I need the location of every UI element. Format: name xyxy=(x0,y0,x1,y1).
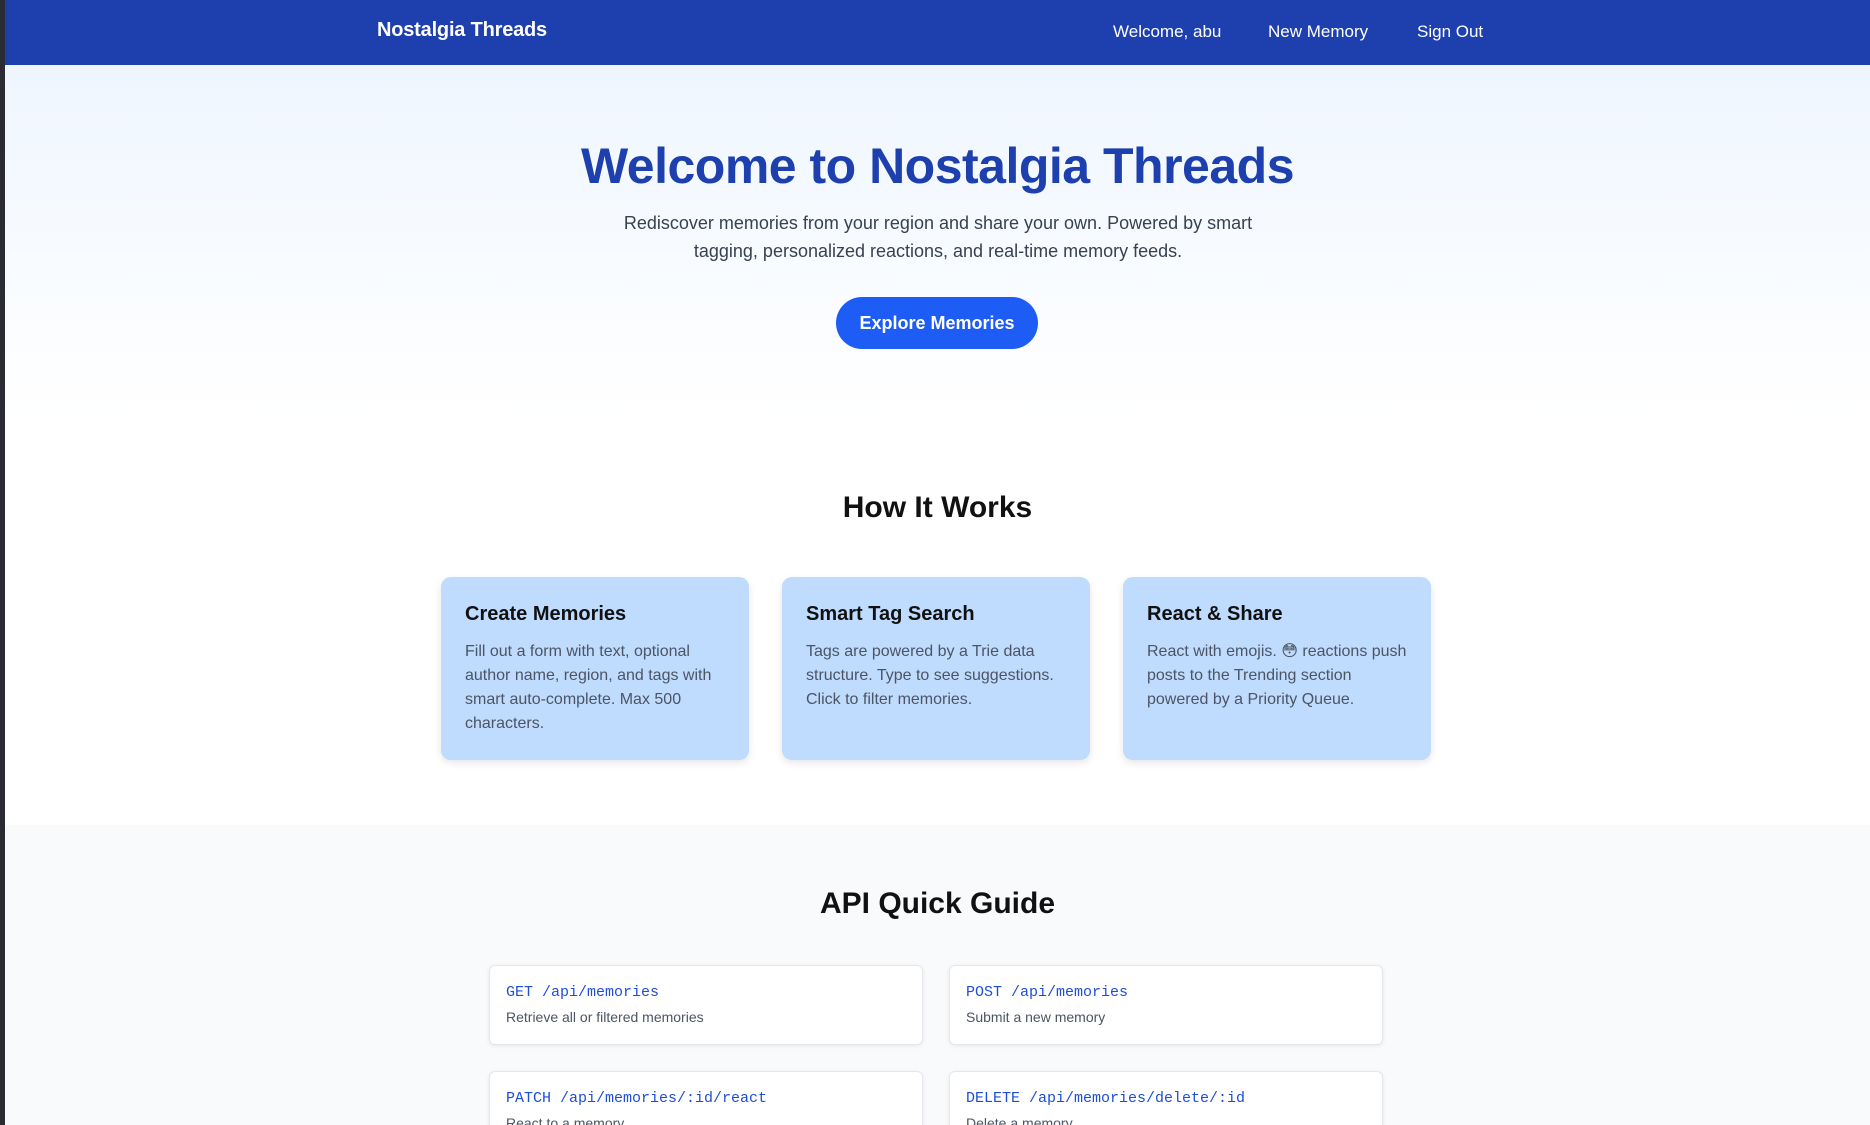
api-endpoint: GET /api/memories xyxy=(506,984,660,1001)
navbar: Nostalgia Threads Welcome, abu New Memor… xyxy=(5,0,1870,65)
hero-subtitle: Rediscover memories from your region and… xyxy=(623,213,1253,261)
api-card-get-memories: GET /api/memories Retrieve all or filter… xyxy=(489,965,923,1045)
api-description: Delete a memory xyxy=(966,1115,1073,1125)
feature-card-text: React with emojis. 😳 reactions push post… xyxy=(1147,643,1407,708)
brand-logo[interactable]: Nostalgia Threads xyxy=(377,19,547,42)
api-description: Submit a new memory xyxy=(966,1009,1106,1025)
nav-new-memory[interactable]: New Memory xyxy=(1268,22,1368,42)
feature-card-title: React & Share xyxy=(1147,603,1283,625)
api-description: React to a memory xyxy=(506,1115,625,1125)
feature-card-text: Tags are powered by a Trie data structur… xyxy=(806,643,1054,708)
feature-card-text: Fill out a form with text, optional auth… xyxy=(465,643,712,732)
feature-card-title: Create Memories xyxy=(465,603,627,625)
api-endpoint: POST /api/memories xyxy=(966,984,1129,1001)
feature-card-create-memories: Create Memories Fill out a form with tex… xyxy=(441,577,749,760)
nav-welcome-user[interactable]: Welcome, abu xyxy=(1113,22,1221,42)
api-endpoint: DELETE /api/memories/delete/:id xyxy=(966,1090,1246,1107)
api-guide-title: API Quick Guide xyxy=(819,887,1056,920)
feature-card-title: Smart Tag Search xyxy=(806,603,975,625)
nav-sign-out[interactable]: Sign Out xyxy=(1417,22,1483,42)
page: Nostalgia Threads Welcome, abu New Memor… xyxy=(5,0,1870,1125)
api-guide-section: API Quick Guide GET /api/memories Retrie… xyxy=(5,825,1870,1125)
feature-card-smart-tag-search: Smart Tag Search Tags are powered by a T… xyxy=(782,577,1090,760)
explore-memories-button[interactable]: Explore Memories xyxy=(836,297,1038,349)
api-card-post-memories: POST /api/memories Submit a new memory xyxy=(949,965,1383,1045)
hero-section: Welcome to Nostalgia Threads Rediscover … xyxy=(5,65,1870,420)
feature-card-react-share: React & Share React with emojis. 😳 react… xyxy=(1123,577,1431,760)
api-card-delete-memory: DELETE /api/memories/delete/:id Delete a… xyxy=(949,1071,1383,1125)
how-it-works-title: How It Works xyxy=(842,491,1033,524)
api-description: Retrieve all or filtered memories xyxy=(506,1009,704,1025)
api-card-patch-react: PATCH /api/memories/:id/react React to a… xyxy=(489,1071,923,1125)
api-endpoint: PATCH /api/memories/:id/react xyxy=(506,1090,768,1107)
hero-title: Welcome to Nostalgia Threads xyxy=(580,138,1295,194)
